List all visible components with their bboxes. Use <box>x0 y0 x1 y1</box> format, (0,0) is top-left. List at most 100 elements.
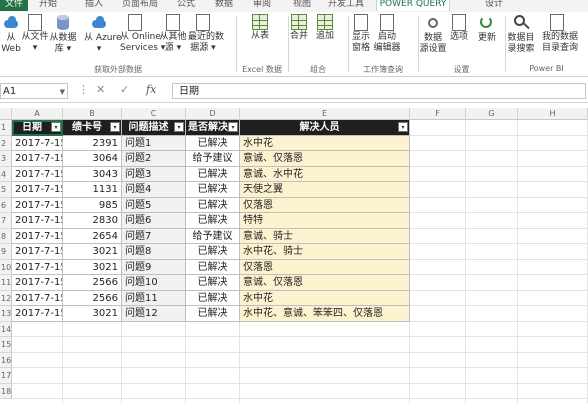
tab-8[interactable]: 开发工具 <box>322 0 370 11</box>
table-header-cell[interactable]: 日期 ▾ <box>12 120 63 136</box>
table-cell[interactable]: 已解决 <box>186 259 240 275</box>
row-header-18[interactable]: 18 <box>0 383 12 399</box>
table-cell[interactable]: 2566 <box>63 275 122 291</box>
column-header-D[interactable]: D <box>186 108 240 120</box>
name-box-dropdown-icon[interactable]: ▼ <box>60 84 65 100</box>
table-cell[interactable]: 仅落恩 <box>240 259 410 275</box>
column-header-G[interactable]: G <box>466 108 518 120</box>
row-header-1[interactable]: 1 <box>0 120 12 136</box>
cancel-icon[interactable]: ✕ <box>96 83 105 96</box>
table-cell[interactable]: 问题5 <box>122 197 186 213</box>
ribbon-button-2[interactable]: 从数据库 ▾ <box>48 14 78 55</box>
table-cell[interactable]: 3043 <box>63 166 122 182</box>
table-cell[interactable]: 天使之翼 <box>240 182 410 198</box>
tab-4[interactable]: 公式 <box>168 0 204 11</box>
table-cell[interactable]: 已解决 <box>186 182 240 198</box>
table-cell[interactable]: 意诚、仅落恩 <box>240 275 410 291</box>
table-cell[interactable]: 1131 <box>63 182 122 198</box>
table-cell[interactable]: 已解决 <box>186 306 240 322</box>
row-header-13[interactable]: 13 <box>0 306 12 322</box>
tab-9[interactable]: POWER QUERY <box>376 0 450 11</box>
table-cell[interactable]: 水中花 <box>240 135 410 151</box>
column-header-E[interactable]: E <box>240 108 410 120</box>
table-cell[interactable]: 水中花 <box>240 290 410 306</box>
worksheet-grid[interactable]: A B C D E F G H 1 2 3 4 5 6 7 8 9 10 11 12 13 14 15 16 17 18 日期 ▾ 绩卡… <box>0 108 588 403</box>
table-cell[interactable]: 3021 <box>63 244 122 260</box>
table-header-cell[interactable]: 绩卡号 ▾ <box>63 120 122 136</box>
table-cell[interactable]: 2017-7-15 <box>12 275 63 291</box>
table-cell[interactable]: 特特 <box>240 213 410 229</box>
row-header-15[interactable]: 15 <box>0 337 12 353</box>
ribbon-button-4[interactable]: 从 Online Services ▾ <box>120 14 165 54</box>
table-cell[interactable]: 问题1 <box>122 135 186 151</box>
table-cell[interactable]: 2391 <box>63 135 122 151</box>
table-cell[interactable]: 问题2 <box>122 151 186 167</box>
row-header-2[interactable]: 2 <box>0 135 12 151</box>
formula-input[interactable]: 日期 <box>172 83 586 99</box>
filter-dropdown-icon[interactable]: ▾ <box>174 122 184 132</box>
ribbon-button-1[interactable]: 从文件 ▾ <box>20 14 50 54</box>
ribbon-button-16[interactable]: 我的数据 目录查询 <box>542 14 578 54</box>
enter-icon[interactable]: ✓ <box>120 83 129 96</box>
table-cell[interactable]: 2017-7-15 <box>12 213 63 229</box>
table-cell[interactable]: 2017-7-15 <box>12 259 63 275</box>
table-cell[interactable]: 2017-7-15 <box>12 244 63 260</box>
row-header-12[interactable]: 12 <box>0 290 12 306</box>
tab-2[interactable]: 插入 <box>76 0 112 11</box>
table-cell[interactable]: 已解决 <box>186 166 240 182</box>
table-cell[interactable]: 2017-7-15 <box>12 306 63 322</box>
table-cell[interactable]: 2017-7-15 <box>12 228 63 244</box>
table-cell[interactable]: 2017-7-15 <box>12 135 63 151</box>
column-header-B[interactable]: B <box>63 108 122 120</box>
table-header-cell[interactable]: 解决人员 ▾ <box>240 120 410 136</box>
table-cell[interactable]: 已解决 <box>186 275 240 291</box>
table-cell[interactable]: 给予建议 <box>186 151 240 167</box>
filter-dropdown-icon[interactable]: ▾ <box>110 122 120 132</box>
row-header-7[interactable]: 7 <box>0 213 12 229</box>
ribbon-button-5[interactable]: 从其他源 ▾ <box>158 14 188 54</box>
table-cell[interactable]: 已解决 <box>186 244 240 260</box>
ribbon-button-6[interactable]: 最近的数 据源 ▾ <box>188 14 224 54</box>
ribbon-button-13[interactable]: 选项 <box>444 14 474 43</box>
table-cell[interactable]: 2017-7-15 <box>12 151 63 167</box>
table-cell[interactable]: 2566 <box>63 290 122 306</box>
row-header-8[interactable]: 8 <box>0 228 12 244</box>
tab-5[interactable]: 数据 <box>206 0 242 11</box>
table-cell[interactable]: 水中花、骑士 <box>240 244 410 260</box>
table-cell[interactable]: 已解决 <box>186 290 240 306</box>
column-header-F[interactable]: F <box>410 108 466 120</box>
table-cell[interactable]: 问题4 <box>122 182 186 198</box>
table-cell[interactable]: 水中花、意诚、笨笨四、仅落恩 <box>240 306 410 322</box>
column-header-H[interactable]: H <box>518 108 588 120</box>
row-header-5[interactable]: 5 <box>0 182 12 198</box>
column-header-C[interactable]: C <box>122 108 186 120</box>
table-cell[interactable]: 2017-7-15 <box>12 197 63 213</box>
table-cell[interactable]: 2654 <box>63 228 122 244</box>
table-cell[interactable]: 问题7 <box>122 228 186 244</box>
insert-function-icon[interactable]: fx <box>146 83 156 96</box>
table-cell[interactable]: 仅落恩 <box>240 197 410 213</box>
filter-dropdown-icon[interactable]: ▾ <box>51 122 61 132</box>
tab-0[interactable]: 文件 <box>0 0 28 11</box>
ribbon-button-7[interactable]: 从表 <box>245 14 275 42</box>
table-cell[interactable]: 问题8 <box>122 244 186 260</box>
table-cell[interactable]: 已解决 <box>186 197 240 213</box>
ribbon-button-3[interactable]: 从 Azure ▾ <box>84 14 122 55</box>
ribbon-button-11[interactable]: 启动 编辑器 <box>372 14 402 54</box>
table-cell[interactable]: 问题9 <box>122 259 186 275</box>
table-cell[interactable]: 给予建议 <box>186 228 240 244</box>
table-cell[interactable]: 意诚、水中花 <box>240 166 410 182</box>
table-cell[interactable]: 2017-7-15 <box>12 290 63 306</box>
table-cell[interactable]: 2017-7-15 <box>12 182 63 198</box>
name-box[interactable]: A1 ▼ <box>0 83 68 99</box>
filter-dropdown-icon[interactable]: ▾ <box>398 122 408 132</box>
table-cell[interactable]: 问题11 <box>122 290 186 306</box>
table-cell[interactable]: 问题10 <box>122 275 186 291</box>
table-cell[interactable]: 3021 <box>63 259 122 275</box>
column-header-A[interactable]: A <box>12 108 63 120</box>
ribbon-button-9[interactable]: 追加 <box>310 14 340 42</box>
row-header-14[interactable]: 14 <box>0 321 12 337</box>
row-header-16[interactable]: 16 <box>0 352 12 368</box>
tab-10[interactable]: 设计 <box>476 0 512 11</box>
row-header-11[interactable]: 11 <box>0 275 12 291</box>
